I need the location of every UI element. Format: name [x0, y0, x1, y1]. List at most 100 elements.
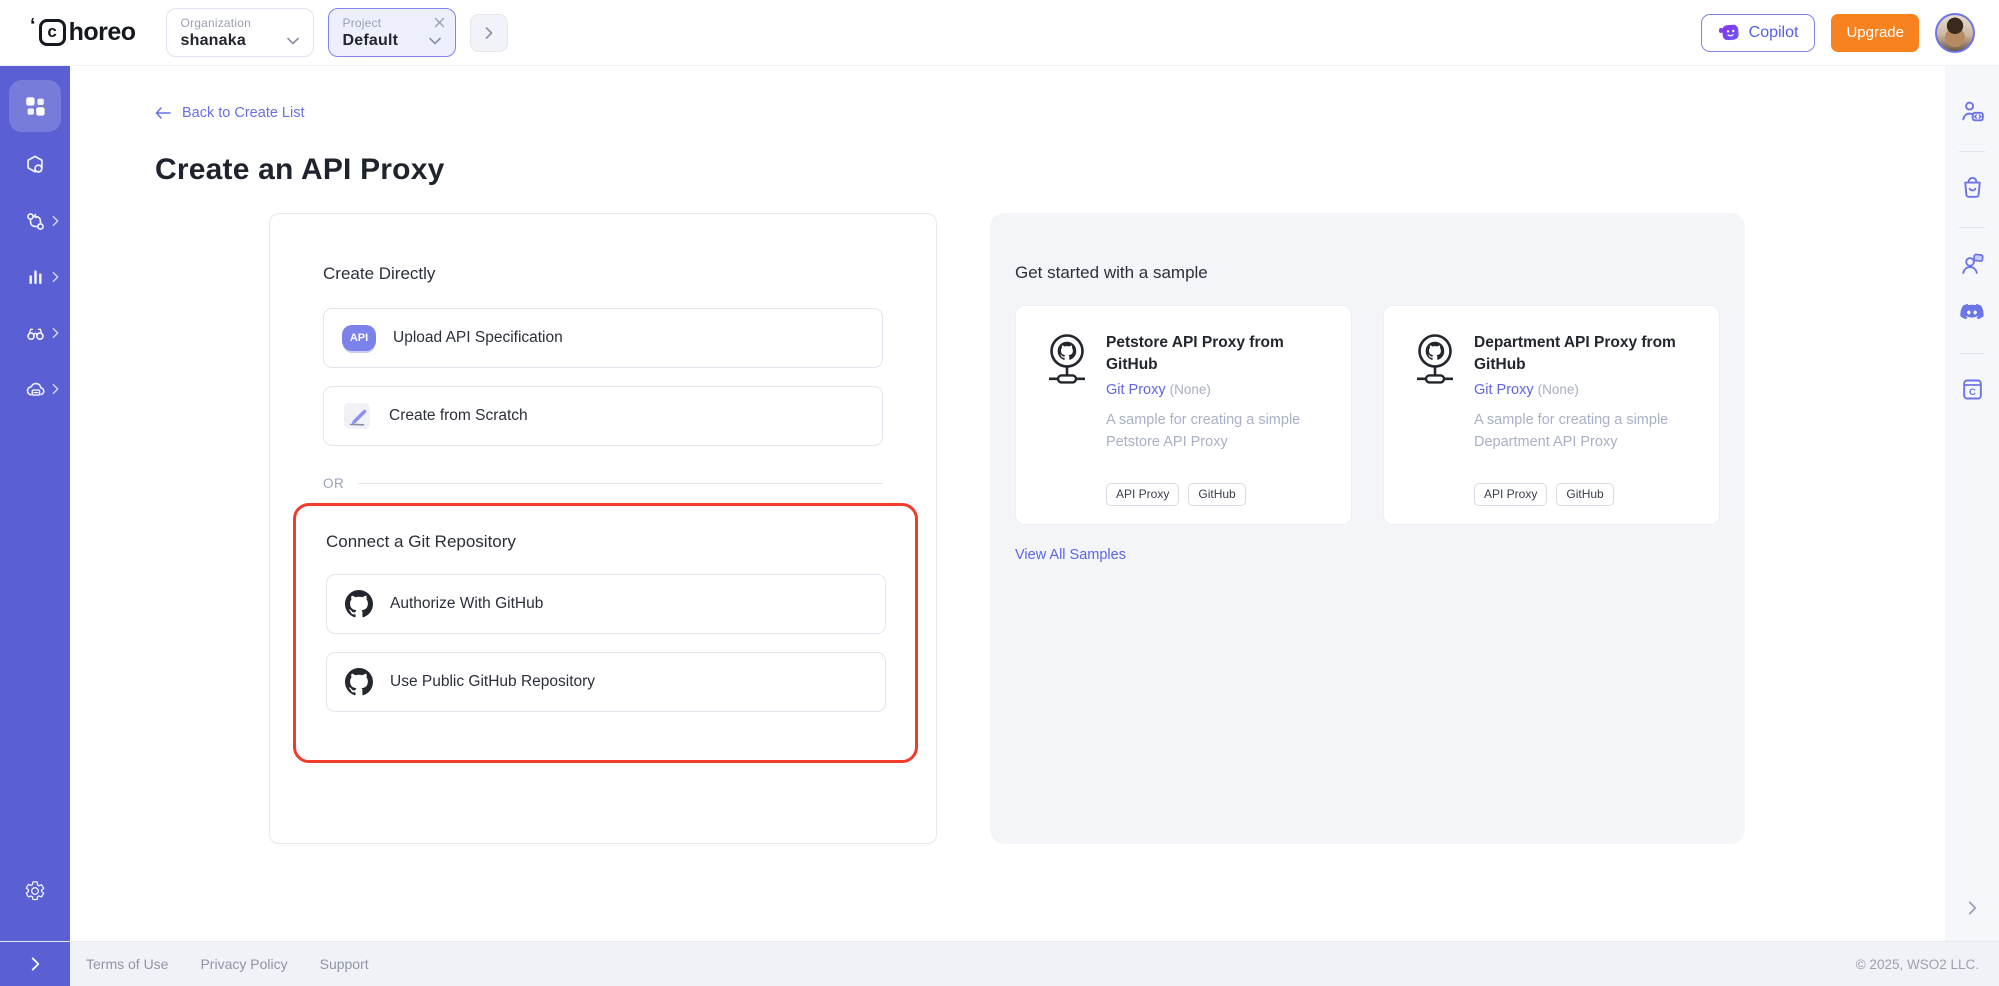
workflow-icon	[24, 210, 47, 233]
sample-description: A sample for creating a simple Departmen…	[1474, 410, 1699, 454]
sidebar-item-explore[interactable]	[0, 305, 70, 361]
sample-type-suffix: (None)	[1538, 382, 1579, 397]
terms-of-use-link[interactable]: Terms of Use	[86, 956, 168, 972]
sample-type-link[interactable]: Git Proxy	[1106, 382, 1166, 398]
create-directly-title: Create Directly	[323, 264, 936, 284]
binoculars-icon	[24, 322, 47, 345]
chevron-right-icon	[31, 957, 40, 971]
right-sidebar: C	[1945, 66, 1999, 941]
sidebar-item-overview[interactable]	[0, 75, 70, 137]
sample-title: Department API Proxy from GitHub	[1474, 332, 1699, 377]
organization-value: shanaka	[181, 32, 246, 50]
tag-chip: API Proxy	[1474, 483, 1547, 506]
sidebar-item-docs[interactable]: C	[1959, 376, 1986, 403]
sidebar-item-settings[interactable]	[0, 863, 70, 919]
pencil-icon	[342, 401, 372, 431]
sidebar-item-developer-portal[interactable]	[1959, 98, 1986, 125]
sidebar-item-components[interactable]	[0, 137, 70, 193]
logo-curl-icon: ‘	[30, 15, 36, 38]
discord-icon	[1958, 299, 1986, 327]
back-link-label: Back to Create List	[182, 105, 305, 121]
git-proxy-sample-icon	[1412, 332, 1458, 506]
user-avatar[interactable]	[1935, 13, 1975, 53]
app-header: ‘ c horeo Organization shanaka Project D…	[0, 0, 1999, 66]
samples-panel: Get started with a sample	[990, 213, 1745, 844]
component-selector-next-button[interactable]	[470, 14, 508, 52]
choreo-docs-icon: C	[1959, 376, 1986, 403]
feedback-person-icon	[1959, 250, 1986, 277]
sidebar-item-feedback[interactable]	[1959, 250, 1986, 277]
sidebar-divider	[1959, 353, 1985, 354]
organization-selector[interactable]: Organization shanaka	[166, 8, 314, 57]
privacy-policy-link[interactable]: Privacy Policy	[200, 956, 287, 972]
sample-type-link[interactable]: Git Proxy	[1474, 382, 1534, 398]
chevron-down-icon	[429, 37, 441, 45]
developer-portal-icon	[1959, 98, 1986, 125]
chevron-down-icon	[287, 37, 299, 45]
create-from-scratch-label: Create from Scratch	[389, 407, 528, 425]
sidebar-item-discord[interactable]	[1958, 299, 1986, 327]
tag-chip: GitHub	[1188, 483, 1245, 506]
sample-card-petstore[interactable]: Petstore API Proxy from GitHub Git Proxy…	[1015, 305, 1352, 525]
connect-git-repository-section: Connect a Git Repository Authorize With …	[293, 503, 918, 763]
create-directly-panel: Create Directly API Upload API Specifica…	[269, 213, 937, 844]
upgrade-button-label: Upgrade	[1846, 24, 1904, 41]
sample-type-suffix: (None)	[1170, 382, 1211, 397]
use-public-github-repo-button[interactable]: Use Public GitHub Repository	[326, 652, 886, 712]
sample-card-department[interactable]: Department API Proxy from GitHub Git Pro…	[1383, 305, 1720, 525]
authorize-with-github-button[interactable]: Authorize With GitHub	[326, 574, 886, 634]
page-title: Create an API Proxy	[155, 153, 1945, 187]
sample-description: A sample for creating a simple Petstore …	[1106, 410, 1331, 454]
sidebar-item-insights[interactable]	[0, 249, 70, 305]
project-selector[interactable]: Project Default	[328, 8, 456, 57]
tag-chip: GitHub	[1556, 483, 1613, 506]
sidebar-expand-button[interactable]	[0, 942, 70, 986]
authorize-with-github-label: Authorize With GitHub	[390, 595, 543, 613]
sidebar-item-cloud[interactable]	[0, 361, 70, 417]
view-all-samples-link[interactable]: View All Samples	[1015, 547, 1126, 563]
github-icon	[345, 668, 373, 696]
or-label: OR	[323, 476, 344, 491]
sidebar-item-workflows[interactable]	[0, 193, 70, 249]
sidebar-divider	[1959, 227, 1985, 228]
cloud-icon	[24, 378, 47, 401]
right-sidebar-collapse-button[interactable]	[1945, 901, 1999, 915]
sidebar-item-marketplace[interactable]	[1959, 174, 1986, 201]
upload-api-spec-label: Upload API Specification	[393, 329, 563, 347]
create-from-scratch-button[interactable]: Create from Scratch	[323, 386, 883, 446]
chevron-right-icon	[1968, 901, 1977, 915]
sample-title: Petstore API Proxy from GitHub	[1106, 332, 1331, 377]
sidebar-divider	[1959, 151, 1985, 152]
component-hexagon-icon	[23, 153, 47, 177]
project-label: Project	[343, 16, 441, 30]
support-link[interactable]: Support	[320, 956, 369, 972]
github-icon	[345, 590, 373, 618]
chevron-right-icon	[485, 27, 493, 39]
tag-chip: API Proxy	[1106, 483, 1179, 506]
copyright-text: © 2025, WSO2 LLC.	[1856, 957, 1979, 972]
svg-text:C: C	[1969, 387, 1976, 398]
logo-wordmark: horeo	[69, 18, 136, 47]
project-clear-icon[interactable]	[434, 17, 445, 28]
upgrade-button[interactable]: Upgrade	[1831, 14, 1919, 52]
copilot-button-label: Copilot	[1749, 24, 1799, 42]
chevron-right-icon	[52, 216, 59, 227]
bar-chart-icon	[24, 266, 47, 289]
choreo-console: ‘ c horeo Organization shanaka Project D…	[0, 0, 1999, 986]
choreo-logo: ‘ c horeo	[30, 18, 136, 47]
gear-icon	[24, 880, 46, 902]
back-to-create-list-link[interactable]: Back to Create List	[155, 105, 305, 121]
use-public-github-repo-label: Use Public GitHub Repository	[390, 673, 595, 691]
samples-panel-title: Get started with a sample	[1015, 263, 1720, 283]
chevron-right-icon	[52, 328, 59, 339]
chevron-right-icon	[52, 272, 59, 283]
upload-api-spec-button[interactable]: API Upload API Specification	[323, 308, 883, 368]
logo-c-icon: c	[39, 19, 66, 46]
app-footer: Terms of Use Privacy Policy Support © 20…	[0, 941, 1999, 986]
organization-label: Organization	[181, 16, 299, 30]
or-divider: OR	[323, 476, 883, 491]
git-proxy-sample-icon	[1044, 332, 1090, 506]
copilot-button[interactable]: Copilot	[1701, 14, 1816, 52]
main-content: Back to Create List Create an API Proxy …	[70, 66, 1945, 941]
marketplace-bag-icon	[1959, 174, 1986, 201]
